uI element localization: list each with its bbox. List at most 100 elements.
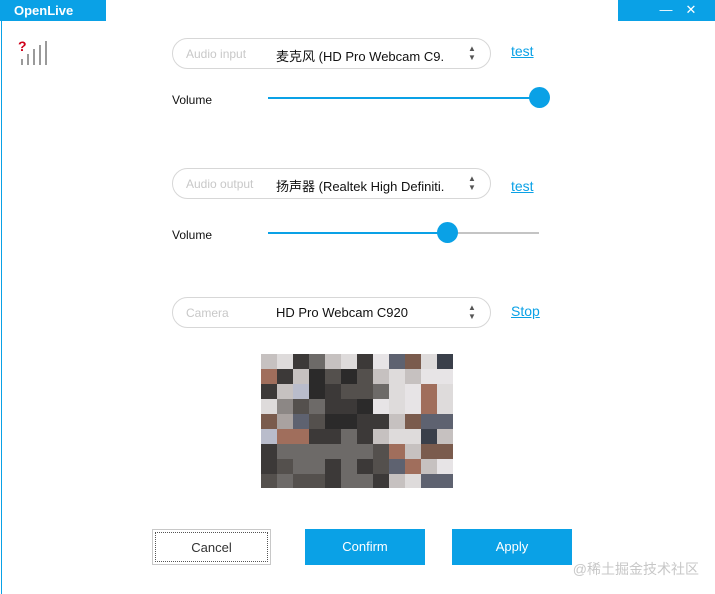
preview-pixel	[277, 444, 293, 460]
audio-input-test-link[interactable]: test	[511, 43, 534, 59]
preview-pixel	[437, 429, 453, 445]
preview-pixel	[357, 354, 373, 370]
close-button[interactable]: ✕	[679, 0, 703, 21]
updown-chevron-icon: ▲ ▼	[468, 174, 476, 192]
preview-pixel	[261, 414, 277, 430]
preview-pixel	[405, 414, 421, 430]
preview-pixel	[341, 384, 357, 400]
preview-pixel	[389, 444, 405, 460]
preview-pixel	[341, 399, 357, 415]
preview-pixel	[277, 399, 293, 415]
preview-pixel	[421, 474, 437, 488]
preview-pixel	[437, 384, 453, 400]
preview-pixel	[405, 354, 421, 370]
preview-pixel	[293, 474, 309, 488]
updown-chevron-icon: ▲ ▼	[468, 44, 476, 62]
audio-output-volume-handle[interactable]	[436, 222, 458, 243]
preview-pixel	[373, 429, 389, 445]
preview-pixel	[325, 429, 341, 445]
preview-pixel	[373, 399, 389, 415]
preview-pixel	[325, 459, 341, 475]
audio-output-volume-slider[interactable]	[268, 222, 539, 243]
preview-pixel	[437, 399, 453, 415]
preview-pixel	[437, 444, 453, 460]
preview-pixel	[293, 384, 309, 400]
minimize-button[interactable]: —	[654, 0, 678, 21]
preview-pixel	[309, 474, 325, 488]
preview-pixel	[421, 414, 437, 430]
preview-pixel	[357, 369, 373, 385]
preview-pixel	[309, 429, 325, 445]
preview-pixel	[373, 474, 389, 488]
preview-pixel	[421, 444, 437, 460]
preview-pixel	[293, 459, 309, 475]
window-controls: — ✕	[618, 0, 715, 21]
camera-select[interactable]: Camera HD Pro Webcam C920 ▲ ▼	[172, 297, 491, 328]
preview-pixel	[261, 444, 277, 460]
audio-output-select[interactable]: Audio output 扬声器 (Realtek High Definiti.…	[172, 168, 491, 199]
window-left-border	[1, 0, 2, 594]
preview-pixel	[357, 444, 373, 460]
preview-pixel	[405, 369, 421, 385]
preview-pixel	[373, 369, 389, 385]
preview-pixel	[341, 459, 357, 475]
camera-preview	[261, 354, 453, 488]
audio-input-volume-handle[interactable]	[529, 87, 550, 108]
preview-pixel	[277, 474, 293, 488]
preview-pixel	[389, 414, 405, 430]
audio-input-volume-slider[interactable]	[268, 87, 550, 108]
audio-output-volume-fill	[268, 232, 447, 234]
preview-pixel	[293, 444, 309, 460]
preview-pixel	[277, 414, 293, 430]
preview-pixel	[277, 384, 293, 400]
preview-pixel	[261, 459, 277, 475]
preview-pixel	[261, 354, 277, 370]
signal-strength-icon	[21, 41, 49, 65]
camera-stop-link[interactable]: Stop	[511, 303, 540, 319]
preview-pixel	[389, 354, 405, 370]
preview-pixel	[277, 459, 293, 475]
preview-pixel	[341, 444, 357, 460]
preview-pixel	[277, 354, 293, 370]
preview-pixel	[405, 474, 421, 488]
audio-output-test-link[interactable]: test	[511, 178, 534, 194]
preview-pixel	[261, 399, 277, 415]
preview-pixel	[341, 414, 357, 430]
preview-pixel	[341, 429, 357, 445]
preview-pixel	[357, 459, 373, 475]
audio-output-placeholder: Audio output	[186, 177, 254, 191]
preview-pixel	[325, 474, 341, 488]
cancel-button[interactable]: Cancel	[152, 529, 271, 565]
preview-pixel	[405, 429, 421, 445]
preview-pixel	[309, 354, 325, 370]
preview-pixel	[357, 384, 373, 400]
preview-pixel	[309, 444, 325, 460]
preview-pixel	[325, 369, 341, 385]
app-title: OpenLive	[0, 0, 106, 21]
preview-pixel	[293, 354, 309, 370]
preview-pixel	[277, 429, 293, 445]
apply-button[interactable]: Apply	[452, 529, 572, 565]
preview-pixel	[277, 369, 293, 385]
preview-pixel	[357, 414, 373, 430]
preview-pixel	[309, 414, 325, 430]
preview-pixel	[389, 369, 405, 385]
preview-pixel	[357, 474, 373, 488]
audio-input-select[interactable]: Audio input 麦克风 (HD Pro Webcam C9... ▲ ▼	[172, 38, 491, 69]
preview-pixel	[357, 399, 373, 415]
preview-pixel	[421, 354, 437, 370]
audio-input-volume-fill	[268, 97, 539, 99]
confirm-button[interactable]: Confirm	[305, 529, 425, 565]
preview-pixel	[389, 474, 405, 488]
preview-pixel	[405, 384, 421, 400]
preview-pixel	[309, 459, 325, 475]
preview-pixel	[373, 414, 389, 430]
preview-pixel	[293, 369, 309, 385]
preview-pixel	[437, 474, 453, 488]
preview-pixel	[309, 399, 325, 415]
camera-placeholder: Camera	[186, 306, 229, 320]
preview-pixel	[421, 429, 437, 445]
preview-pixel	[325, 354, 341, 370]
audio-input-volume-label: Volume	[172, 93, 213, 107]
audio-output-value: 扬声器 (Realtek High Definiti...	[276, 179, 444, 194]
